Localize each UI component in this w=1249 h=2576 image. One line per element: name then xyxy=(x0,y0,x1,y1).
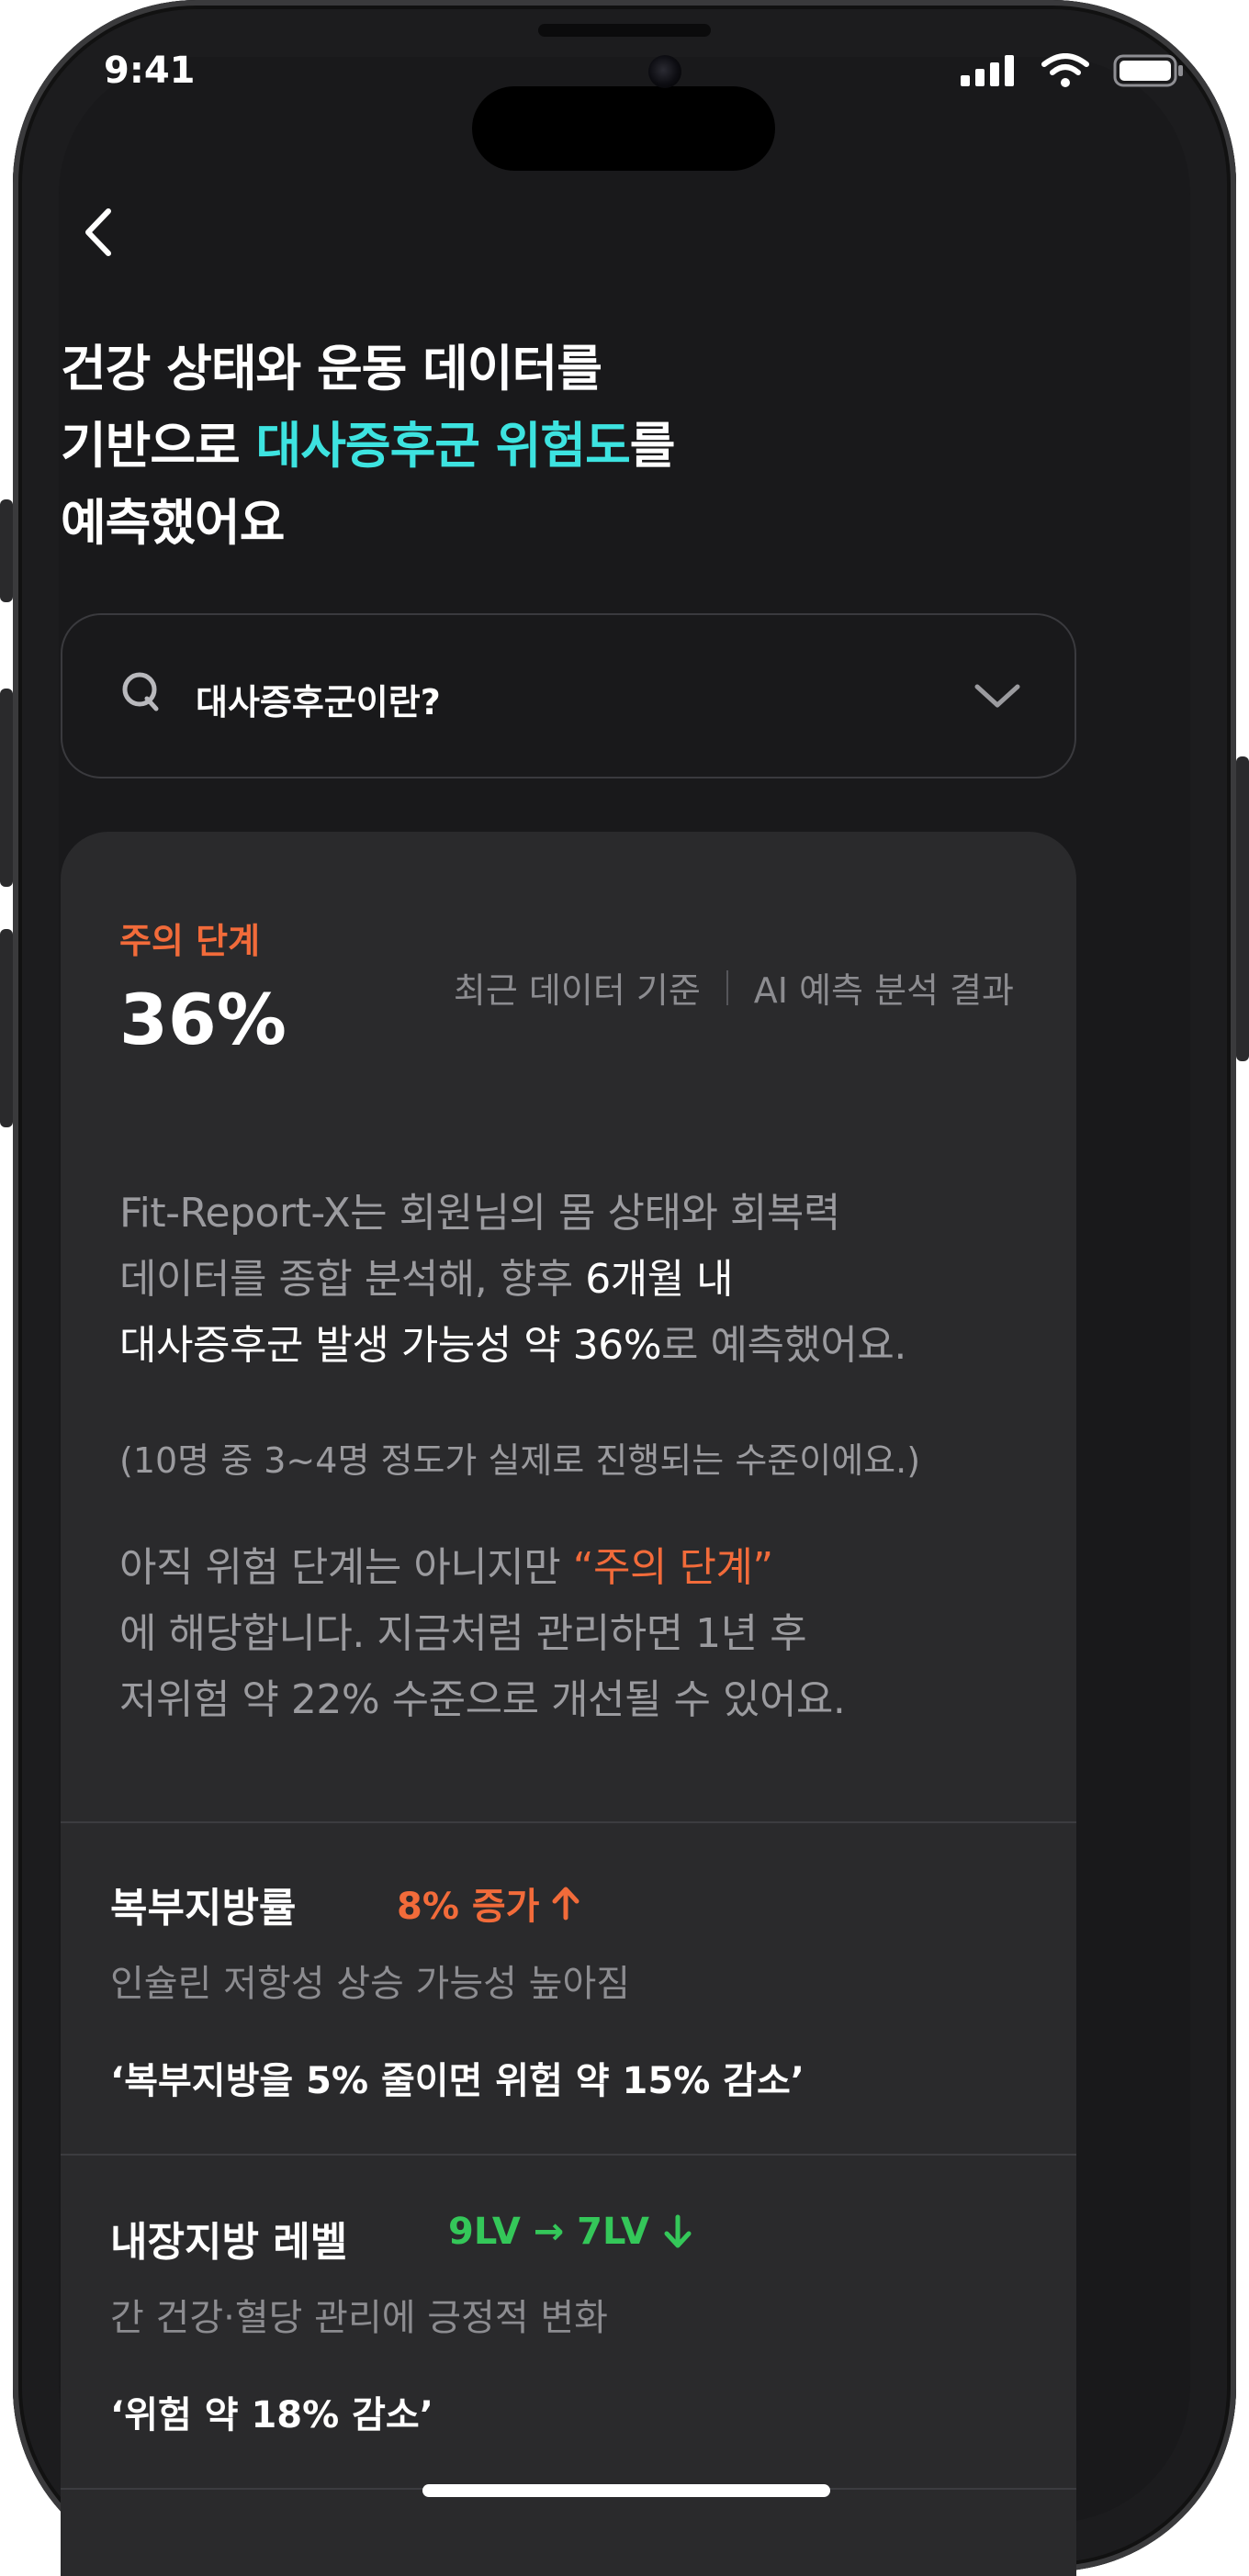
paragraph-line: 에 해당합니다. 지금처럼 관리하면 1년 후 xyxy=(119,1610,807,1657)
volume-up-button xyxy=(0,689,13,887)
metric-delta-text: 8% 증가 xyxy=(397,1886,540,1928)
meta-divider xyxy=(726,969,728,1005)
paragraph-line: Fit-Report-X는 회원님의 몸 상태와 회복력 xyxy=(119,1190,840,1237)
stage-label: 주의 단계 xyxy=(119,921,261,961)
result-card: 주의 단계 36% 최근 데이터 기준 AI 예측 분석 결과 Fit-Repo… xyxy=(61,832,1076,2576)
dynamic-island xyxy=(472,86,775,171)
paragraph-emphasis: 6개월 내 xyxy=(585,1256,734,1303)
stage-highlight: “주의 단계” xyxy=(572,1544,774,1591)
title-text: 기반으로 xyxy=(61,417,256,475)
q-icon xyxy=(122,672,159,711)
result-meta: 최근 데이터 기준 AI 예측 분석 결과 xyxy=(454,962,1014,1013)
faq-question: 대사증후군이란? xyxy=(196,682,441,722)
metric-delta-text: 9LV → 7LV xyxy=(448,2211,649,2253)
metric-quote: ‘복부지방을 5% 줄이면 위험 약 15% 감소’ xyxy=(110,2060,805,2102)
paragraph-text: 아직 위험 단계는 아니지만 xyxy=(119,1544,573,1591)
earpiece xyxy=(538,24,711,37)
analysis-paragraph: Fit-Report-X는 회원님의 몸 상태와 회복력 데이터를 종합 분석해… xyxy=(119,1181,906,1379)
source-text: AI 예측 분석 결과 xyxy=(753,970,1014,1011)
signal-icon xyxy=(961,55,1014,86)
title-line-1: 건강 상태와 운동 데이터를 xyxy=(61,340,602,398)
back-arrow-icon[interactable] xyxy=(70,202,130,263)
home-indicator[interactable] xyxy=(422,2484,830,2497)
status-icons xyxy=(961,53,1185,88)
chevron-down-icon[interactable] xyxy=(973,678,1021,714)
basis-text: 최근 데이터 기준 xyxy=(453,970,701,1011)
camera-icon xyxy=(648,55,681,88)
metric-description: 인슐린 저항성 상승 가능성 높아짐 xyxy=(110,1963,631,2005)
action-button xyxy=(0,499,13,602)
title-highlight: 대사증후군 위험도 xyxy=(255,417,631,475)
paragraph-line: 아직 위험 단계는 아니지만 “주의 단계” xyxy=(119,1535,845,1601)
paragraph-emphasis: 대사증후군 발생 가능성 약 36% xyxy=(119,1322,662,1369)
divider xyxy=(61,2154,1076,2156)
paragraph-line: 저위험 약 22% 수준으로 개선될 수 있어요. xyxy=(119,1676,846,1723)
metric-delta: 8% 증가 xyxy=(397,1876,581,1930)
note-text: (10명 중 3~4명 정도가 실제로 진행되는 수준이에요.) xyxy=(119,1440,921,1481)
title-line-3: 예측했어요 xyxy=(61,494,285,552)
volume-down-button xyxy=(0,929,13,1127)
power-button xyxy=(1236,756,1249,1061)
paragraph-text: 로 예측했어요. xyxy=(661,1322,906,1369)
metric-quote: ‘위험 약 18% 감소’ xyxy=(110,2394,433,2436)
metric-title: 복부지방률 xyxy=(110,1885,297,1932)
divider xyxy=(61,1821,1076,1823)
risk-percent: 36% xyxy=(119,979,287,1060)
paragraph-line: 데이터를 종합 분석해, 향후 6개월 내 xyxy=(119,1247,906,1313)
page-title: 건강 상태와 운동 데이터를 기반으로 대사증후군 위험도를 예측했어요 xyxy=(61,330,676,562)
wifi-icon xyxy=(1041,53,1089,87)
metric-title: 내장지방 레벨 xyxy=(110,2219,348,2266)
battery-icon xyxy=(1113,54,1183,87)
arrow-down-icon xyxy=(664,2214,692,2248)
metric-delta: 9LV → 7LV xyxy=(448,2211,693,2253)
title-line-2: 기반으로 대사증후군 위험도를 xyxy=(61,408,676,485)
status-time: 9:41 xyxy=(104,50,196,92)
outlook-paragraph: 아직 위험 단계는 아니지만 “주의 단계” 에 해당합니다. 지금처럼 관리하… xyxy=(119,1535,846,1733)
faq-accordion[interactable]: 대사증후군이란? xyxy=(61,613,1076,778)
arrow-up-icon xyxy=(552,1887,579,1921)
title-text: 를 xyxy=(629,417,676,475)
paragraph-text: 데이터를 종합 분석해, 향후 xyxy=(119,1256,586,1303)
metric-description: 간 건강·혈당 관리에 긍정적 변화 xyxy=(110,2297,608,2339)
paragraph-line: 대사증후군 발생 가능성 약 36%로 예측했어요. xyxy=(119,1313,906,1379)
